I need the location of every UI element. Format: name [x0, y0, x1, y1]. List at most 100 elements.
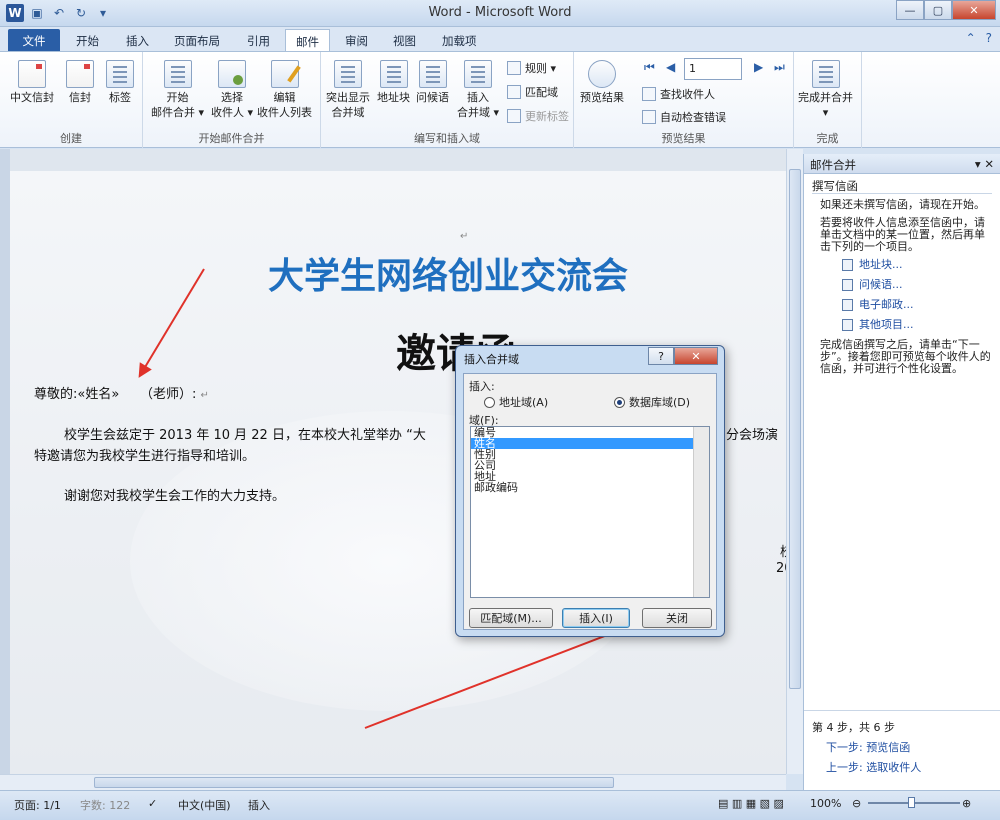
greeting-line-button[interactable]: 问候语 [416, 60, 449, 105]
address-block-button[interactable]: 地址块 [377, 60, 410, 105]
zoom-slider[interactable] [868, 797, 960, 808]
highlight-merge-fields-button[interactable]: 突出显示 合并域 [326, 60, 370, 120]
find-recipient-icon [642, 87, 656, 101]
ribbon-tabs: 文件 开始 插入 页面布局 引用 邮件 审阅 视图 加载项 ⌃ ? [0, 27, 1000, 52]
list-item[interactable]: 邮政编码 [471, 482, 709, 493]
edit-recipient-list-button[interactable]: 编辑 收件人列表 [257, 60, 312, 120]
pane-footer: 第 4 步，共 6 步 下一步: 预览信函 上一步: 选取收件人 [804, 710, 1000, 790]
labels-icon [106, 60, 134, 88]
more-items-link[interactable]: 其他项目... [812, 319, 992, 331]
language-indicator[interactable]: 中文(中国) [178, 797, 231, 813]
collapse-ribbon-icon[interactable]: ⌃ [966, 31, 976, 45]
group-label: 编写和插入域 [414, 132, 480, 145]
fields-listbox[interactable]: 编号 姓名 性别 公司 地址 邮政编码 [470, 426, 710, 598]
body-line-3: 谢谢您对我校学生会工作的大力支持。 [64, 489, 286, 504]
record-number-input[interactable]: 1 [684, 58, 742, 80]
close-button[interactable]: 关闭 [642, 608, 712, 628]
zoom-level[interactable]: 100% [810, 797, 841, 810]
minimize-button[interactable]: — [896, 0, 924, 20]
electronic-postage-link[interactable]: 电子邮政... [812, 299, 992, 311]
insert-mode[interactable]: 插入 [248, 797, 270, 813]
list-item[interactable]: 姓名 [471, 438, 693, 449]
radio-dot [484, 396, 495, 408]
address-fields-radio[interactable]: 地址域(A) [484, 394, 548, 410]
insert-label: 插入: [469, 380, 495, 393]
tab-view[interactable]: 视图 [383, 29, 426, 52]
list-item[interactable]: 公司 [471, 460, 709, 471]
ribbon: 中文信封 信封 标签 创建 开始 邮件合并 ▾ 选择 收件人 ▾ 编辑 收件人列表 开… [0, 51, 1000, 148]
auto-check-errors-button[interactable]: 自动检查错误 [642, 109, 726, 125]
chinese-envelope-button[interactable]: 中文信封 [10, 60, 54, 105]
next-step-link[interactable]: 下一步: 预览信函 [812, 739, 992, 755]
select-recipients-button[interactable]: 选择 收件人 ▾ [211, 60, 253, 120]
finish-merge-icon [811, 60, 840, 88]
document-heading: 大学生网络创业交流会 [268, 256, 629, 297]
merge-field-name[interactable]: «姓名» [77, 387, 119, 402]
insert-merge-field-button[interactable]: 插入 合并域 ▾ [457, 60, 499, 120]
tab-addins[interactable]: 加载项 [432, 29, 487, 52]
pane-close-icon[interactable]: ▾ ✕ [975, 157, 994, 171]
find-recipient-button[interactable]: 查找收件人 [642, 86, 715, 102]
envelopes-button[interactable]: 信封 [66, 60, 94, 105]
tab-mailings[interactable]: 邮件 [285, 29, 330, 52]
page-indicator[interactable]: 页面: 1/1 [14, 797, 61, 813]
address-block-link[interactable]: 地址块... [812, 259, 992, 271]
tab-page-layout[interactable]: 页面布局 [164, 29, 230, 52]
horizontal-scrollbar[interactable] [0, 774, 786, 790]
insert-merge-field-dialog: 插入合并域 ? ✕ 插入: 地址域(A) 数据库域(D) 域(F): 编号 姓名… [455, 345, 725, 637]
dialog-close-button[interactable]: ✕ [674, 347, 718, 365]
start-mail-merge-button[interactable]: 开始 邮件合并 ▾ [151, 60, 204, 120]
scroll-thumb[interactable] [789, 169, 801, 689]
database-fields-radio[interactable]: 数据库域(D) [614, 394, 690, 410]
finish-merge-button[interactable]: 完成并合并 ▾ [798, 60, 853, 120]
insert-button[interactable]: 插入(I) [562, 608, 630, 628]
match-fields-dialog-button[interactable]: 匹配域(M)... [469, 608, 553, 628]
greeting-line-link[interactable]: 问候语... [812, 279, 992, 291]
last-record-icon[interactable]: ⏭ [774, 60, 785, 75]
preview-results-button[interactable]: 预览结果 [580, 60, 624, 105]
body-line-1-right: 分会场演 [726, 428, 779, 443]
zoom-thumb[interactable] [908, 797, 915, 808]
group-label: 开始邮件合并 [198, 132, 265, 145]
tab-file[interactable]: 文件 [8, 29, 60, 52]
update-labels-button[interactable]: 更新标签 [507, 108, 569, 124]
print-layout-icon[interactable]: ▤ ▥ ▦ ▧ ▨ [718, 797, 784, 810]
rules-button[interactable]: 规则 ▾ [507, 60, 556, 76]
close-window-button[interactable]: ✕ [952, 0, 996, 20]
update-labels-icon [507, 109, 521, 123]
maximize-button[interactable]: ▢ [924, 0, 952, 20]
group-label: 完成 [816, 132, 839, 145]
proofing-icon[interactable]: ✓ [148, 797, 157, 810]
tab-home[interactable]: 开始 [66, 29, 109, 52]
greeting-icon [842, 279, 853, 291]
tab-insert[interactable]: 插入 [116, 29, 159, 52]
pane-section-title: 撰写信函 [812, 180, 992, 194]
word-count[interactable]: 字数: 122 [80, 797, 130, 813]
window-controls: — ▢ ✕ [896, 0, 996, 20]
help-icon[interactable]: ? [986, 31, 992, 45]
insert-field-icon [464, 60, 493, 88]
dialog-help-button[interactable]: ? [648, 347, 674, 365]
scroll-thumb[interactable] [94, 777, 614, 788]
step-indicator: 第 4 步，共 6 步 [812, 721, 895, 734]
next-record-icon[interactable]: ▶ [754, 60, 763, 74]
previous-step-link[interactable]: 上一步: 选取收件人 [812, 759, 992, 775]
group-label: 创建 [60, 132, 82, 145]
vertical-scrollbar[interactable] [786, 149, 803, 774]
zoom-out-icon[interactable]: ⊖ [852, 797, 861, 810]
listbox-scrollbar[interactable] [693, 427, 709, 597]
match-fields-button[interactable]: 匹配域 [507, 84, 558, 100]
vertical-ruler [0, 149, 10, 774]
pane-text: 若要将收件人信息添至信函中，请单击文档中的某一位置，然后再单击下列的一个项目。 [820, 216, 985, 253]
postage-icon [842, 299, 853, 311]
tab-review[interactable]: 审阅 [335, 29, 378, 52]
tab-references[interactable]: 引用 [237, 29, 280, 52]
previous-record-icon[interactable]: ◀ [666, 60, 675, 74]
match-fields-icon [507, 85, 521, 99]
first-record-icon[interactable]: ⏮ [644, 60, 655, 75]
more-items-icon [842, 319, 853, 331]
list-item[interactable]: 编号 [471, 427, 709, 438]
labels-button[interactable]: 标签 [106, 60, 134, 105]
zoom-in-icon[interactable]: ⊕ [962, 797, 971, 810]
list-item[interactable]: 性别 [471, 449, 709, 460]
